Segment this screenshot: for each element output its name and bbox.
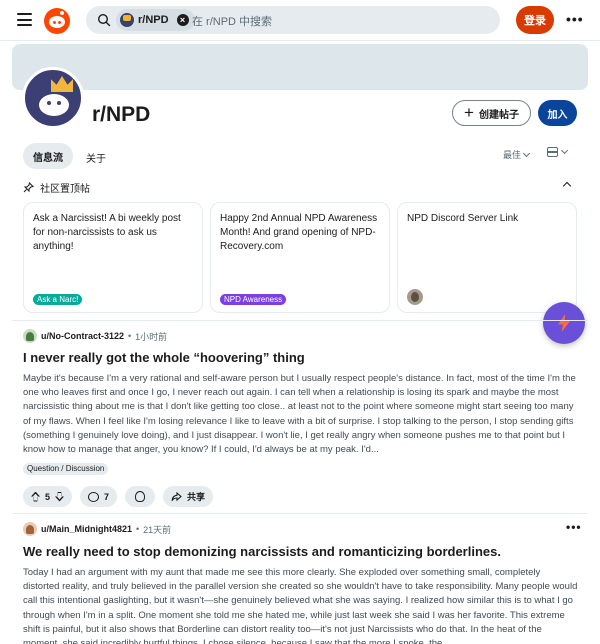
avatar xyxy=(407,289,423,305)
join-button[interactable]: 加入 xyxy=(538,100,577,126)
vote-control: 5 xyxy=(23,486,73,507)
post-time: 1小时前 xyxy=(135,331,168,342)
post-meta: u/Main_Midnight4821 • 21天前 xyxy=(23,522,171,536)
subreddit-icon xyxy=(120,13,134,27)
pinned-card[interactable]: Ask a Narcissist! A bi weekly post for n… xyxy=(23,202,203,313)
pinned-header-label: 社区置顶帖 xyxy=(40,184,90,195)
search-scope-chip[interactable]: r/NPD × xyxy=(116,9,195,31)
community-name: r/NPD xyxy=(92,103,151,126)
create-post-button[interactable]: + 创建帖子 xyxy=(452,100,531,126)
community-avatar xyxy=(22,67,84,129)
flair-badge[interactable]: Question / Discussion xyxy=(23,463,109,475)
divider xyxy=(12,513,588,514)
vote-count: 5 xyxy=(45,491,51,502)
search-input[interactable]: 在 r/NPD 中搜索 xyxy=(192,13,272,29)
pinned-card-title: Ask a Narcissist! A bi weekly post for n… xyxy=(33,213,181,252)
share-icon xyxy=(171,491,182,501)
clear-scope-icon[interactable]: × xyxy=(176,14,189,26)
pinned-header[interactable]: 社区置顶帖 xyxy=(23,180,90,195)
sort-label: 最佳 xyxy=(503,150,522,160)
post-body[interactable]: Today I had an argument with my aunt tha… xyxy=(23,566,579,644)
plus-icon: + xyxy=(464,103,474,122)
reddit-logo[interactable] xyxy=(44,8,70,34)
post-author[interactable]: u/No-Contract-3122 xyxy=(41,331,124,341)
post-actions: 5 7 共享 xyxy=(23,486,214,507)
pin-icon xyxy=(23,182,34,193)
card-view-icon xyxy=(547,147,558,157)
create-post-label: 创建帖子 xyxy=(478,109,519,121)
flair-badge: Ask a Narc! xyxy=(33,294,83,305)
post-meta: u/No-Contract-3122 • 1小时前 xyxy=(23,329,167,343)
comment-icon xyxy=(88,491,100,502)
flair-badge: NPD Awareness xyxy=(220,294,287,305)
award-button[interactable] xyxy=(125,486,156,507)
lightning-icon xyxy=(558,314,570,332)
award-icon xyxy=(135,491,146,502)
sort-dropdown[interactable]: 最佳 xyxy=(503,148,531,161)
view-toggle[interactable] xyxy=(547,146,569,157)
share-label: 共享 xyxy=(187,492,206,502)
login-button[interactable]: 登录 xyxy=(516,6,554,34)
post-title[interactable]: We really need to stop demonizing narcis… xyxy=(23,544,583,559)
chevron-up-icon[interactable] xyxy=(562,181,572,191)
post-body[interactable]: Maybe it's because I'm a very rational a… xyxy=(23,372,579,458)
more-options-icon[interactable]: ••• xyxy=(566,11,584,27)
downvote-icon[interactable] xyxy=(55,491,65,502)
comments-button[interactable]: 7 xyxy=(80,486,118,507)
avatar[interactable] xyxy=(23,522,37,536)
post-options-icon[interactable]: ••• xyxy=(566,520,582,534)
top-bar: r/NPD × 在 r/NPD 中搜索 登录 ••• xyxy=(0,0,600,40)
pinned-card-title: Happy 2nd Annual NPD Awareness Month! An… xyxy=(220,213,378,252)
comment-count: 7 xyxy=(104,491,110,502)
search-bar[interactable]: r/NPD × 在 r/NPD 中搜索 xyxy=(86,6,500,34)
search-scope-label: r/NPD xyxy=(138,14,169,26)
upvote-icon[interactable] xyxy=(31,491,40,502)
pinned-card[interactable]: NPD Discord Server Link xyxy=(397,202,577,313)
chevron-down-icon xyxy=(560,146,569,155)
post-title[interactable]: I never really got the whole “hoovering”… xyxy=(23,350,583,365)
divider xyxy=(12,320,588,321)
post-time: 21天前 xyxy=(143,524,172,535)
community-banner xyxy=(12,44,588,90)
chevron-down-icon xyxy=(522,149,531,157)
post-author[interactable]: u/Main_Midnight4821 xyxy=(41,524,132,534)
search-icon xyxy=(97,13,111,27)
tab-feed[interactable]: 信息流 xyxy=(23,143,73,169)
header-divider xyxy=(0,40,600,41)
tab-about[interactable]: 关于 xyxy=(86,150,106,165)
quick-action-button[interactable] xyxy=(543,302,585,344)
menu-icon[interactable] xyxy=(17,13,32,26)
pinned-card-title: NPD Discord Server Link xyxy=(407,213,519,224)
avatar[interactable] xyxy=(23,329,37,343)
share-button[interactable]: 共享 xyxy=(163,486,214,507)
pinned-card[interactable]: Happy 2nd Annual NPD Awareness Month! An… xyxy=(210,202,390,313)
